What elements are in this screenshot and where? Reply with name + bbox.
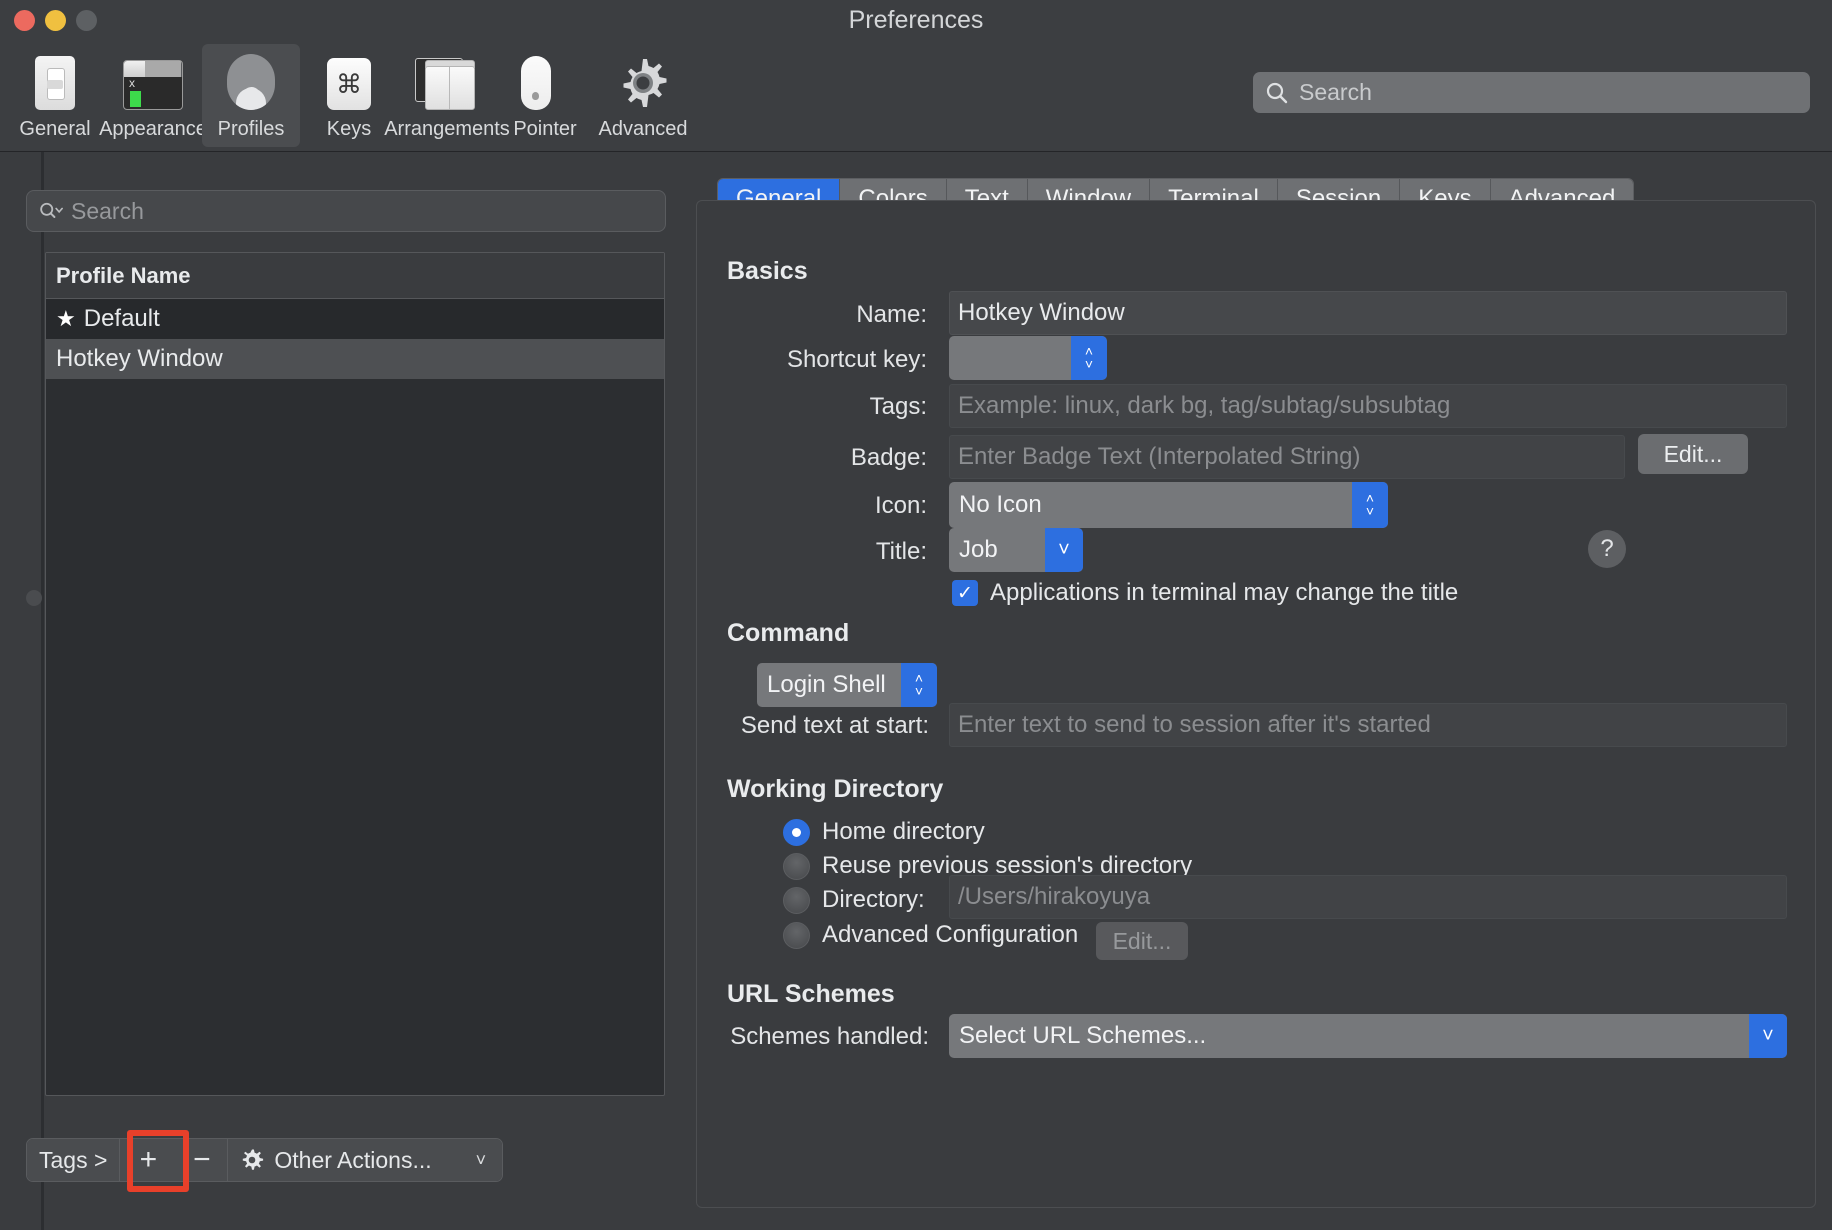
toolbar-item-advanced[interactable]: Advanced xyxy=(594,44,692,147)
search-icon xyxy=(1265,81,1289,105)
sidebar-divider xyxy=(41,152,44,1230)
radio-directory[interactable]: Directory: xyxy=(783,886,925,914)
preferences-content: Search Profile Name ★ Default Hotkey Win… xyxy=(0,152,1832,1230)
send-text-label: Send text at start: xyxy=(697,712,929,740)
badge-label: Badge: xyxy=(697,444,927,472)
toolbar-search-placeholder: Search xyxy=(1299,79,1372,106)
gear-icon xyxy=(240,1148,264,1172)
star-icon: ★ xyxy=(56,306,76,332)
stepper-icon[interactable]: ˄˅ xyxy=(901,663,937,707)
profile-name-label: Default xyxy=(84,305,160,333)
icon-popup[interactable]: No Icon ˄˅ xyxy=(949,482,1388,528)
name-label: Name: xyxy=(697,301,927,329)
command-heading: Command xyxy=(727,619,849,648)
profiles-icon xyxy=(227,52,275,110)
toolbar-item-appearance-label: Appearance xyxy=(99,118,207,141)
radio-unselected-icon[interactable] xyxy=(783,853,810,880)
send-text-input[interactable]: Enter text to send to session after it's… xyxy=(949,703,1787,747)
radio-home-directory-label: Home directory xyxy=(822,818,985,846)
tags-button[interactable]: Tags > xyxy=(27,1139,120,1181)
profile-list-footer-toolbar: Tags > + − Other Actions... ˅ xyxy=(26,1138,503,1182)
other-actions-button[interactable]: Other Actions... ˅ xyxy=(228,1139,502,1181)
advanced-icon xyxy=(616,52,670,110)
schemes-handled-label: Schemes handled: xyxy=(697,1023,929,1051)
title-popup[interactable]: Job ˅ xyxy=(949,528,1083,572)
preferences-toolbar: General x Appearance Profiles ⌘ Keys Arr… xyxy=(0,40,1832,152)
icon-label: Icon: xyxy=(697,492,927,520)
title-value: Job xyxy=(959,536,998,564)
radio-home-directory[interactable]: Home directory xyxy=(783,818,985,846)
profile-search-input[interactable]: Search xyxy=(26,190,666,232)
toolbar-item-general[interactable]: General xyxy=(6,44,104,147)
general-tab-panel: Basics Name: Hotkey Window Shortcut key:… xyxy=(696,200,1816,1208)
sidebar-resize-handle[interactable] xyxy=(26,590,42,606)
chevron-down-icon[interactable]: ˅ xyxy=(1749,1014,1787,1058)
toolbar-item-arrangements[interactable]: Arrangements xyxy=(398,44,496,147)
radio-advanced-configuration-label: Advanced Configuration xyxy=(822,921,1078,949)
profile-search-placeholder: Search xyxy=(71,198,144,225)
toolbar-items: General x Appearance Profiles ⌘ Keys Arr… xyxy=(6,44,692,147)
profiles-sidebar: Search Profile Name ★ Default Hotkey Win… xyxy=(0,152,690,1230)
tags-label: Tags: xyxy=(697,393,927,421)
profile-detail-pane: General Colors Text Window Terminal Sess… xyxy=(690,152,1832,1230)
radio-directory-label: Directory: xyxy=(822,886,925,914)
search-icon xyxy=(39,200,63,222)
basics-heading: Basics xyxy=(727,257,808,286)
name-input[interactable]: Hotkey Window xyxy=(949,291,1787,335)
command-mode-popup[interactable]: Login Shell ˄˅ xyxy=(757,663,937,707)
schemes-handled-value: Select URL Schemes... xyxy=(959,1022,1206,1050)
toolbar-search-field[interactable]: Search xyxy=(1253,72,1810,113)
toolbar-item-pointer[interactable]: Pointer xyxy=(496,44,594,147)
toolbar-item-general-label: General xyxy=(19,118,90,141)
checkbox-checked-icon[interactable]: ✓ xyxy=(952,580,978,606)
window-titlebar: Preferences xyxy=(0,0,1832,40)
radio-selected-icon[interactable] xyxy=(783,819,810,846)
radio-unselected-icon[interactable] xyxy=(783,887,810,914)
advanced-configuration-edit-button[interactable]: Edit... xyxy=(1096,922,1188,960)
chevron-down-icon[interactable]: ˅ xyxy=(1045,528,1083,572)
url-schemes-heading: URL Schemes xyxy=(727,980,895,1009)
toolbar-item-pointer-label: Pointer xyxy=(513,118,576,141)
profile-name-label: Hotkey Window xyxy=(56,345,223,373)
appearance-icon: x xyxy=(123,52,183,110)
radio-unselected-icon[interactable] xyxy=(783,922,810,949)
remove-profile-button[interactable]: − xyxy=(176,1139,228,1181)
keys-icon: ⌘ xyxy=(327,52,371,110)
schemes-handled-popup[interactable]: Select URL Schemes... ˅ xyxy=(949,1014,1787,1058)
toolbar-item-keys-label: Keys xyxy=(327,118,371,141)
tags-input[interactable]: Example: linux, dark bg, tag/subtag/subs… xyxy=(949,384,1787,428)
arrangements-icon xyxy=(415,52,479,110)
icon-value: No Icon xyxy=(959,491,1042,519)
directory-input[interactable]: /Users/hirakoyuya xyxy=(949,875,1787,919)
stepper-icon[interactable]: ˄˅ xyxy=(1071,336,1107,380)
apps-change-title-checkbox-row[interactable]: ✓ Applications in terminal may change th… xyxy=(952,579,1458,607)
stepper-icon[interactable]: ˄˅ xyxy=(1352,482,1388,528)
title-help-button[interactable]: ? xyxy=(1588,530,1626,568)
badge-edit-button[interactable]: Edit... xyxy=(1638,434,1748,474)
general-icon xyxy=(35,52,75,110)
command-mode-value: Login Shell xyxy=(767,671,886,699)
chevron-down-icon: ˅ xyxy=(476,1150,487,1171)
toolbar-item-profiles-label: Profiles xyxy=(218,118,285,141)
add-profile-button[interactable]: + xyxy=(120,1139,176,1181)
toolbar-item-arrangements-label: Arrangements xyxy=(384,118,510,141)
toolbar-item-profiles[interactable]: Profiles xyxy=(202,44,300,147)
radio-advanced-configuration[interactable]: Advanced Configuration xyxy=(783,921,1078,949)
title-label: Title: xyxy=(697,538,927,566)
shortcut-key-label: Shortcut key: xyxy=(697,346,927,374)
profile-row-hotkey-window[interactable]: Hotkey Window xyxy=(46,339,664,379)
other-actions-label: Other Actions... xyxy=(274,1147,431,1174)
profile-list: Profile Name ★ Default Hotkey Window xyxy=(45,252,665,1096)
profile-row-default[interactable]: ★ Default xyxy=(46,299,664,339)
toolbar-item-appearance[interactable]: x Appearance xyxy=(104,44,202,147)
apps-change-title-label: Applications in terminal may change the … xyxy=(990,579,1458,607)
shortcut-key-popup[interactable]: ˄˅ xyxy=(949,336,1107,380)
working-directory-heading: Working Directory xyxy=(727,775,943,804)
profile-list-column-header: Profile Name xyxy=(46,253,664,299)
toolbar-item-advanced-label: Advanced xyxy=(599,118,688,141)
pointer-icon xyxy=(519,52,571,110)
badge-input[interactable]: Enter Badge Text (Interpolated String) xyxy=(949,435,1625,479)
window-title: Preferences xyxy=(0,6,1832,35)
